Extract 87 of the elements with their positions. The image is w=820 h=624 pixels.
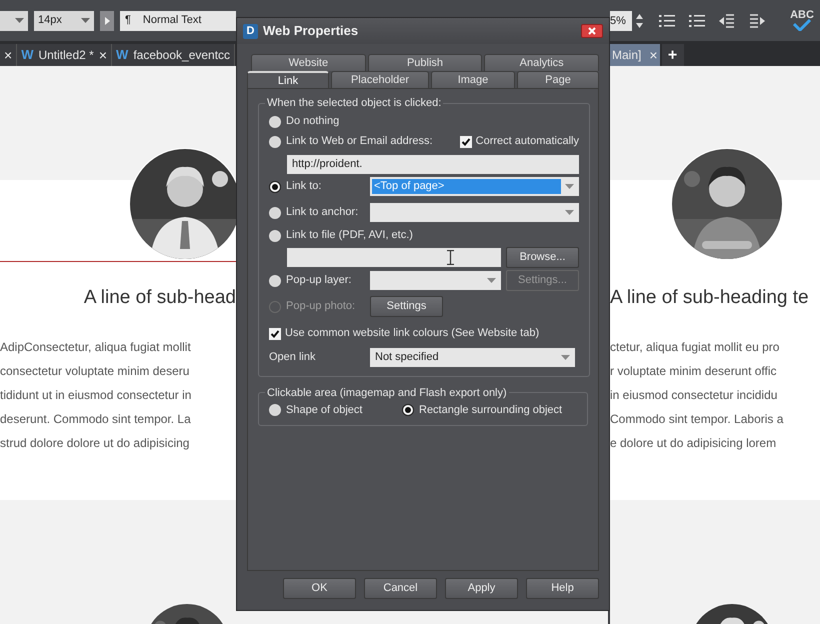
text-cursor-icon — [447, 250, 454, 264]
group-legend: When the selected object is clicked: — [265, 95, 444, 112]
close-icon — [588, 27, 596, 35]
indent-icon[interactable] — [719, 14, 735, 28]
checkbox[interactable] — [460, 136, 472, 148]
dropdown[interactable]: <Top of page> — [370, 177, 579, 196]
new-tab-button[interactable]: + — [662, 44, 684, 66]
paragraph-style-field[interactable]: ¶ Normal Text — [120, 10, 236, 30]
option-label: Do nothing — [286, 114, 340, 130]
document-icon: W — [21, 45, 34, 65]
body-text-line: Commodo sint tempor. Laboris a — [610, 410, 784, 428]
dialog-tab[interactable]: Publish — [368, 54, 482, 71]
dialog-button[interactable]: Cancel — [364, 578, 437, 599]
play-button[interactable] — [100, 10, 114, 30]
option-label: Link to: — [286, 179, 322, 194]
dialog-tab[interactable]: Website — [251, 54, 366, 71]
tab-label: Main] — [612, 47, 642, 64]
body-text-line: ctetur, aliqua fugiat mollit eu pro — [610, 338, 780, 356]
checkbox[interactable] — [269, 328, 281, 340]
dialog-button[interactable]: OK — [283, 578, 356, 599]
radio-button[interactable] — [269, 404, 281, 416]
option-label: Pop-up layer: — [286, 273, 352, 288]
tab-label: Untitled2 * — [38, 47, 94, 64]
spinner-icon[interactable] — [636, 12, 643, 28]
caret-icon — [565, 210, 574, 215]
dialog-tab[interactable]: Page — [517, 71, 599, 88]
file-field[interactable] — [287, 248, 501, 266]
dialog-tab[interactable]: Placeholder — [331, 71, 429, 88]
close-button[interactable] — [581, 24, 603, 38]
radio-button[interactable] — [269, 274, 281, 286]
play-icon — [104, 16, 110, 24]
dialog-button[interactable]: Help — [526, 578, 599, 599]
window-title: Web Properties — [263, 22, 360, 40]
option-label: Link to file (PDF, AVI, etc.) — [286, 228, 413, 244]
option-label: Shape of object — [286, 402, 362, 418]
radio-button[interactable] — [269, 136, 281, 148]
body-text-line: deserunt. Commodo sint tempor. La — [0, 410, 191, 428]
body-text-line: tididunt ut in eiusmod consectetur in — [0, 386, 192, 404]
caret-icon — [487, 278, 496, 283]
document-icon: W — [116, 45, 128, 65]
checkbox-label: Use common website link colours (See Website tab) — [285, 326, 540, 342]
group-legend: Clickable area (imagemap and Flash export only) — [265, 384, 509, 401]
tab-label: facebook_eventcc — [133, 47, 230, 64]
option-label: Rectangle surrounding object — [419, 402, 562, 418]
option-label: Pop-up photo: — [286, 299, 356, 314]
indent-icon[interactable] — [749, 14, 765, 28]
caret-icon — [15, 18, 24, 23]
radio-button[interactable] — [269, 206, 281, 218]
document-tab[interactable]: Main] × — [610, 44, 660, 66]
dialog-button[interactable]: Browse... — [506, 246, 579, 268]
body-text-line: consectetur voluptate minim deseru — [0, 362, 190, 380]
body-text-line: AdipConsectetur, aliqua fugiat mollit — [0, 338, 191, 356]
dialog-tab[interactable]: Image — [431, 71, 515, 88]
dialog-button[interactable]: Apply — [445, 578, 518, 599]
open-link-dropdown[interactable]: Not specified — [370, 348, 575, 367]
app-icon: D — [243, 24, 258, 38]
field-label: Open link — [269, 350, 316, 366]
caret-icon — [561, 355, 570, 360]
body-text-line: e dolore ut do adipisicing lorem — [610, 434, 776, 452]
body-text-line: strud dolore dolore ut do adipisicing — [0, 434, 190, 452]
radio-button[interactable] — [269, 230, 281, 242]
sub-heading: A line of sub-head — [84, 286, 236, 310]
list-icon[interactable] — [689, 14, 705, 28]
dropdown[interactable] — [0, 10, 28, 30]
document-tab[interactable]: W facebook_eventcc — [112, 44, 236, 66]
close-icon[interactable]: × — [649, 44, 658, 66]
option-label: Link to Web or Email address: — [286, 134, 433, 150]
caret-icon — [81, 18, 90, 23]
list-icon[interactable] — [659, 14, 675, 28]
body-text-line: in eiusmod consectetur incididu — [610, 386, 778, 404]
radio-button[interactable] — [402, 404, 414, 416]
dialog-tab[interactable]: Link — [247, 71, 329, 88]
radio-button[interactable] — [269, 180, 281, 192]
document-tab[interactable]: W Untitled2 * × — [17, 44, 112, 66]
caret-icon — [565, 184, 574, 189]
radio-button[interactable] — [269, 116, 281, 128]
body-text-line: r voluptate minim deserunt offic — [610, 362, 777, 380]
address-field[interactable]: http://proident. — [287, 154, 579, 174]
dialog-tab[interactable]: Analytics — [484, 54, 600, 71]
font-size-dropdown[interactable]: 14px — [34, 10, 94, 30]
close-icon[interactable]: × — [4, 44, 12, 66]
zoom-field[interactable]: 5% — [610, 10, 632, 30]
checkbox-label: Correct automatically — [476, 134, 579, 150]
option-label: Link to anchor: — [286, 205, 358, 220]
close-icon[interactable]: × — [98, 44, 108, 66]
document-tab[interactable]: × — [0, 44, 18, 66]
sub-heading: A line of sub-heading te — [610, 286, 809, 310]
